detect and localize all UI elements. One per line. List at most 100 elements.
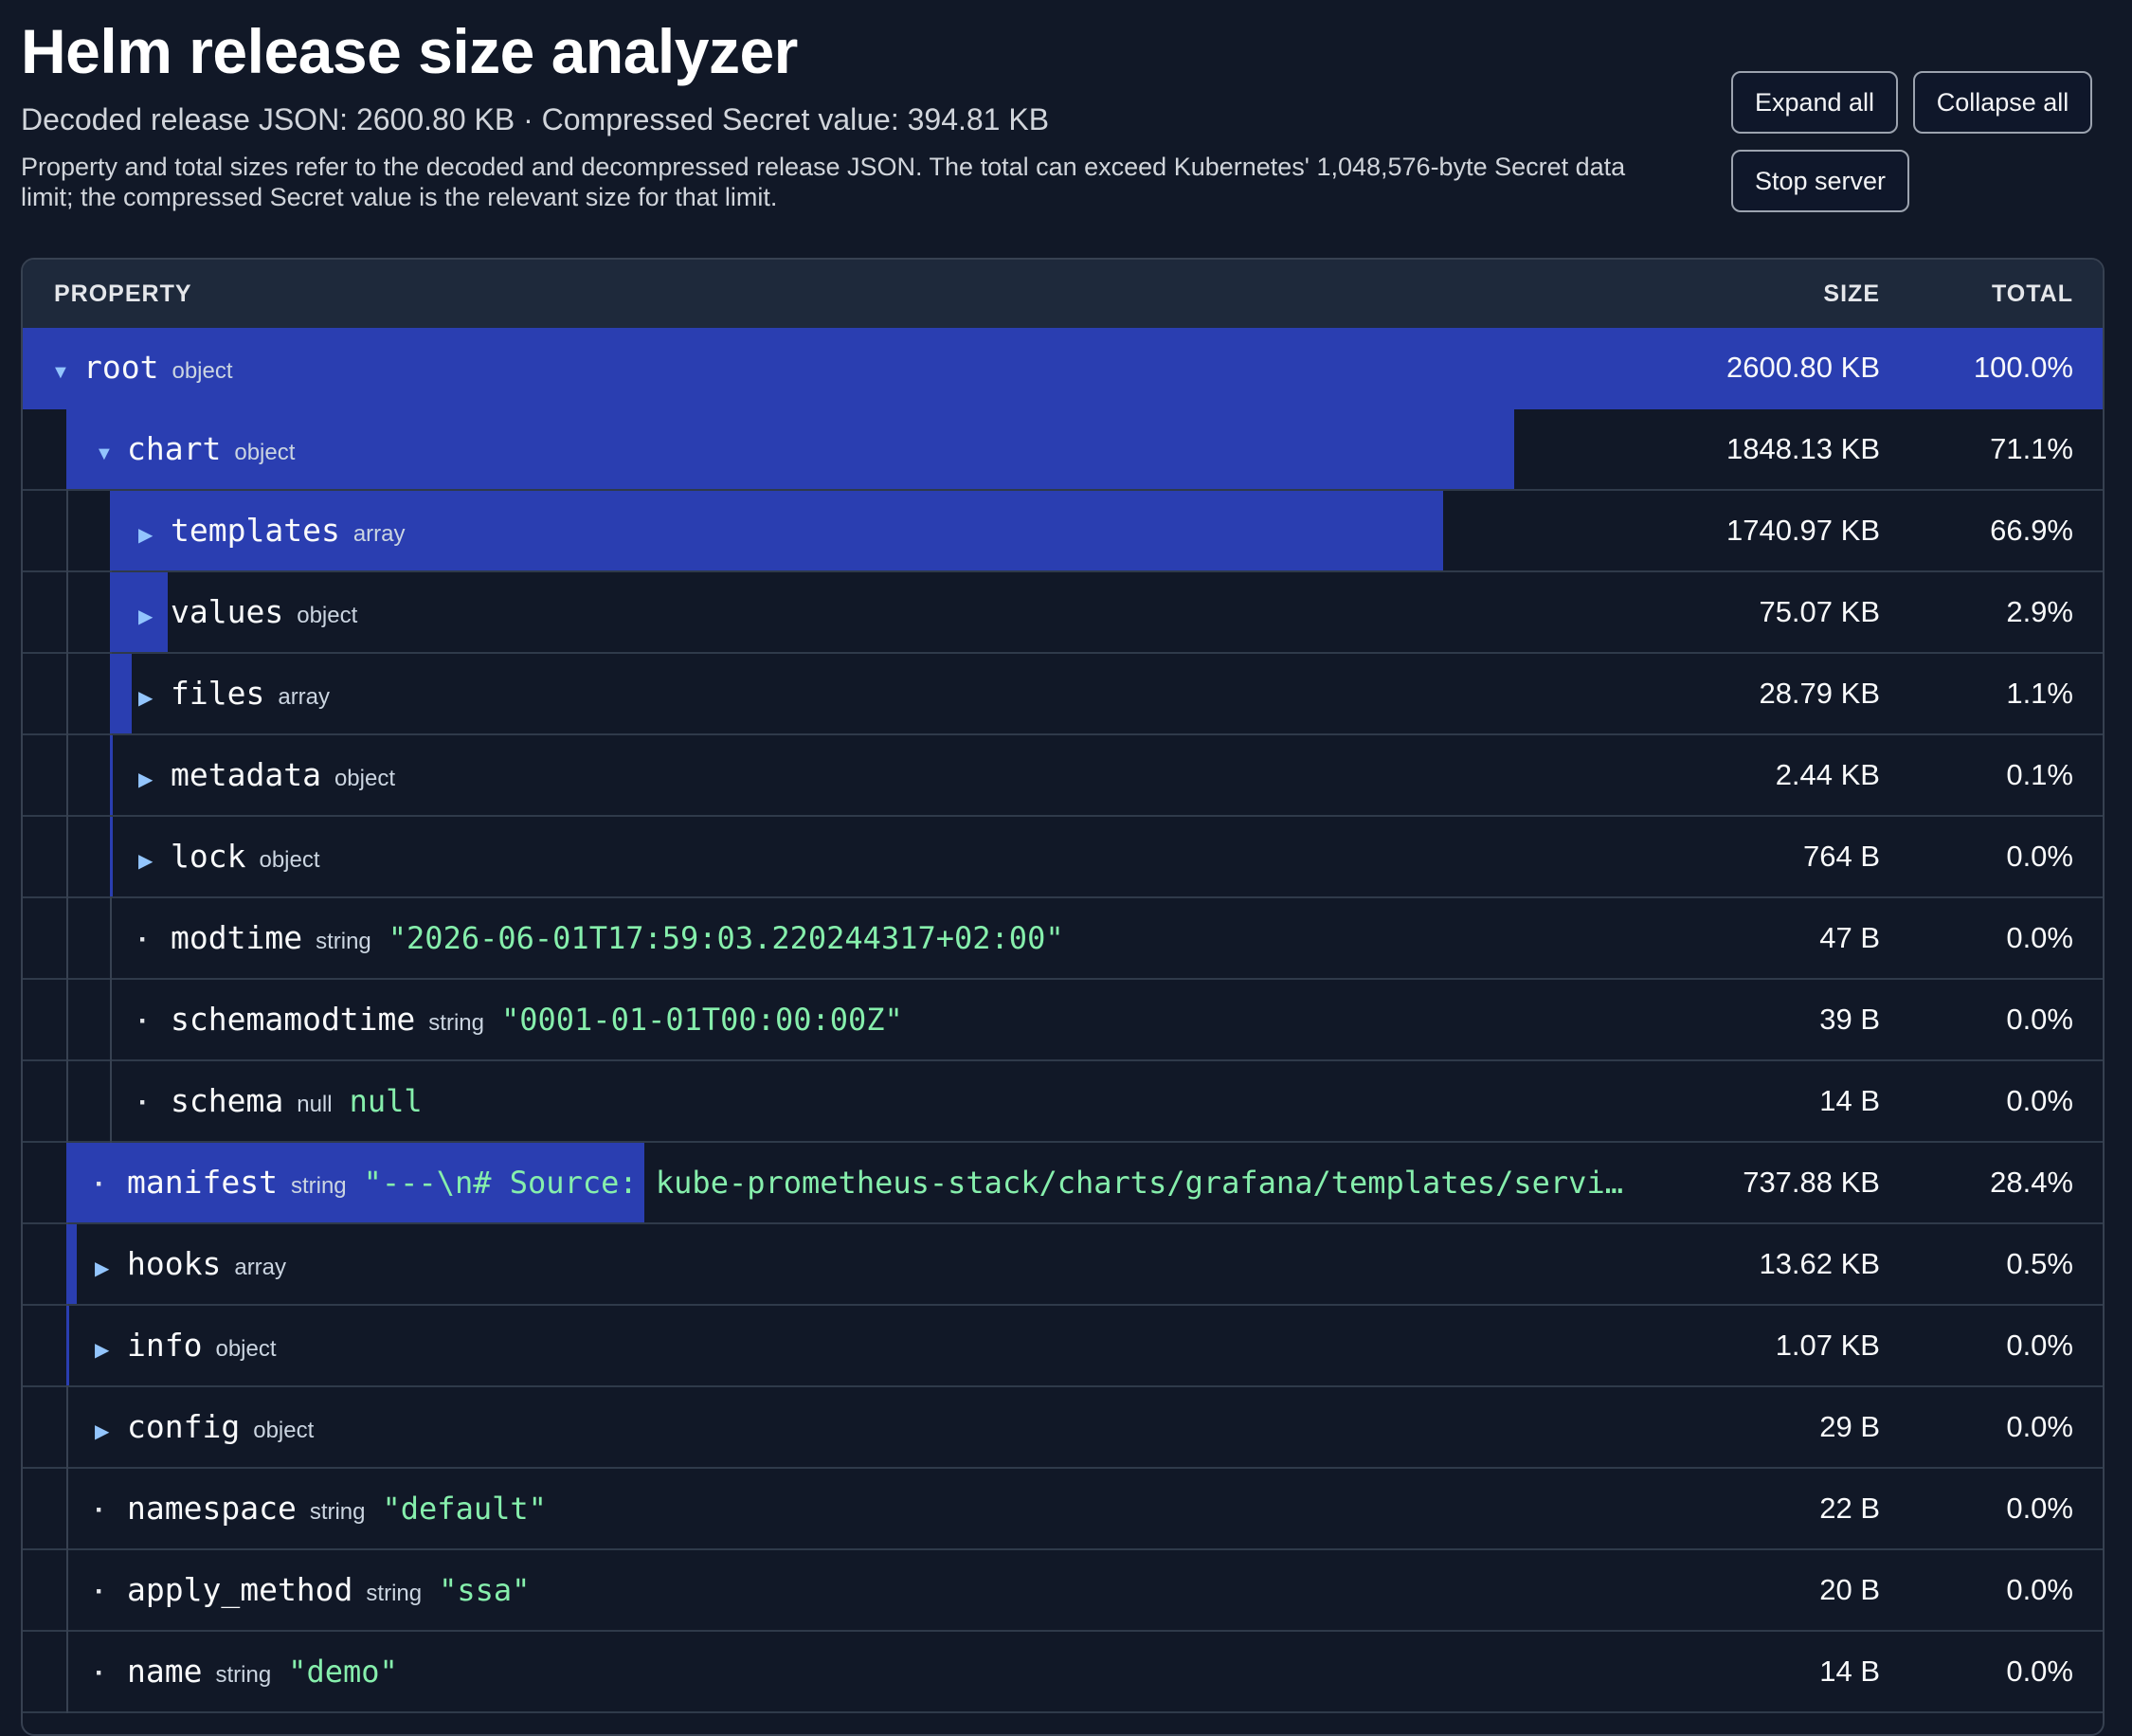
tree-guide-line (66, 572, 68, 654)
collapse-caret-icon[interactable]: ▼ (51, 333, 83, 412)
expand-caret-icon[interactable]: ▶ (138, 577, 171, 657)
expand-all-button[interactable]: Expand all (1731, 71, 1898, 134)
property-type: object (234, 440, 296, 465)
expand-caret-icon[interactable]: ▶ (138, 822, 171, 901)
tree-guide-line (66, 980, 68, 1061)
tree-row-templates[interactable]: ▶ templates array 1740.97 KB 66.9% (23, 491, 2103, 572)
row-property: · namespace string "default" (95, 1469, 547, 1548)
expand-caret-icon[interactable]: ▶ (95, 1392, 127, 1472)
row-total-percent: 0.0% (2006, 1492, 2073, 1525)
property-type: string (428, 1010, 484, 1036)
row-size: 737.88 KB (1743, 1166, 1880, 1199)
tree-guide-line (110, 1061, 112, 1143)
property-type: string (290, 1173, 347, 1199)
property-key: files (171, 675, 265, 712)
size-share-bar (66, 1224, 77, 1304)
property-type: object (334, 766, 395, 791)
tree-guide-line (66, 817, 68, 898)
tree-row-lock[interactable]: ▶ lock object 764 B 0.0% (23, 817, 2103, 898)
tree-guide-line (66, 1387, 68, 1469)
size-summary: Decoded release JSON: 2600.80 KB · Compr… (21, 102, 1050, 136)
property-value: "2026-06-01T17:59:03.220244317+02:00" (388, 920, 1064, 956)
tree-guide-line (110, 980, 112, 1061)
row-property: · schemamodtime string "0001-01-01T00:00:00… (138, 980, 903, 1059)
property-key: root (83, 349, 159, 386)
property-key: templates (171, 512, 340, 549)
row-size: 29 B (1819, 1410, 1880, 1443)
stop-server-button[interactable]: Stop server (1731, 150, 1909, 212)
size-tree-table: PROPERTY SIZE TOTAL ▼ root object 2600.80 K… (21, 258, 2105, 1736)
row-total-percent: 0.0% (2006, 840, 2073, 873)
row-size: 1.07 KB (1775, 1329, 1880, 1362)
property-type: string (316, 929, 371, 954)
row-total-percent: 100.0% (1973, 351, 2073, 384)
property-key: metadata (171, 756, 321, 793)
property-key: modtime (171, 919, 303, 956)
property-key: chart (127, 430, 222, 467)
property-type: object (297, 603, 358, 628)
property-type: object (215, 1336, 277, 1362)
row-size: 20 B (1819, 1573, 1880, 1606)
row-size: 22 B (1819, 1492, 1880, 1525)
row-size: 2.44 KB (1775, 758, 1880, 791)
leaf-dot-icon: · (95, 1168, 104, 1200)
property-type: object (172, 358, 233, 384)
row-size: 1848.13 KB (1725, 432, 1880, 465)
tree-row-chart[interactable]: ▼ chart object 1848.13 KB 71.1% (23, 409, 2103, 491)
row-property: ▼ chart object (95, 409, 295, 489)
tree-row-values[interactable]: ▶ values object 75.07 KB 2.9% (23, 572, 2103, 654)
tree-row-files[interactable]: ▶ files array 28.79 KB 1.1% (23, 654, 2103, 735)
row-property: · manifest string "---\n# Source: kube-prom… (95, 1143, 1623, 1222)
collapse-all-button[interactable]: Collapse all (1913, 71, 2092, 134)
property-key: schema (171, 1082, 284, 1119)
property-type: array (234, 1255, 287, 1280)
property-value: null (349, 1083, 423, 1119)
row-total-percent: 71.1% (1990, 432, 2073, 465)
row-property: ▶ config object (95, 1387, 314, 1467)
size-share-bar (66, 1306, 69, 1385)
tree-row-metadata[interactable]: ▶ metadata object 2.44 KB 0.1% (23, 735, 2103, 817)
row-size: 1740.97 KB (1725, 514, 1880, 547)
row-size: 28.79 KB (1759, 677, 1880, 710)
tree-guide-line (66, 1469, 68, 1550)
collapse-caret-icon[interactable]: ▼ (95, 414, 127, 494)
row-property: · schema null null (138, 1061, 423, 1141)
row-total-percent: 1.1% (2006, 677, 2073, 710)
property-key: apply_method (127, 1571, 353, 1608)
property-key: hooks (127, 1245, 222, 1282)
leaf-dot-icon: · (95, 1576, 104, 1607)
property-key: name (127, 1653, 203, 1690)
property-type: object (253, 1418, 315, 1443)
row-size: 2600.80 KB (1725, 351, 1880, 384)
property-type: string (366, 1581, 423, 1606)
row-property: ▶ files array (138, 654, 330, 733)
property-type: object (259, 847, 320, 873)
tree-row-schema: · schema null null 14 B 0.0% (23, 1061, 2103, 1143)
tree-row-root[interactable]: ▼ root object 2600.80 KB 100.0% (23, 328, 2103, 409)
property-value: "default" (382, 1491, 547, 1527)
row-size: 14 B (1819, 1084, 1880, 1117)
expand-caret-icon[interactable]: ▶ (138, 740, 171, 820)
expand-caret-icon[interactable]: ▶ (138, 496, 171, 575)
tree-row-manifest: · manifest string "---\n# Source: kube-prom… (23, 1143, 2103, 1224)
row-total-percent: 0.0% (2006, 1410, 2073, 1443)
row-total-percent: 66.9% (1990, 514, 2073, 547)
property-type: string (215, 1662, 272, 1688)
row-property: · apply_method string "ssa" (95, 1550, 530, 1630)
row-property: ▶ hooks array (95, 1224, 286, 1304)
property-key: lock (171, 838, 246, 875)
tree-guide-line (66, 1550, 68, 1632)
expand-caret-icon[interactable]: ▶ (95, 1311, 127, 1390)
expand-caret-icon[interactable]: ▶ (138, 659, 171, 738)
row-size: 13.62 KB (1759, 1247, 1880, 1280)
tree-row-info[interactable]: ▶ info object 1.07 KB 0.0% (23, 1306, 2103, 1387)
tree-row-config[interactable]: ▶ config object 29 B 0.0% (23, 1387, 2103, 1469)
leaf-dot-icon: · (138, 924, 148, 955)
row-size: 39 B (1819, 1003, 1880, 1036)
tree-guide-line (110, 898, 112, 980)
tree-row-hooks[interactable]: ▶ hooks array 13.62 KB 0.5% (23, 1224, 2103, 1306)
row-total-percent: 2.9% (2006, 595, 2073, 628)
expand-caret-icon[interactable]: ▶ (95, 1229, 127, 1309)
property-value: "0001-01-01T00:00:00Z" (500, 1002, 903, 1038)
page-title: Helm release size analyzer (21, 16, 798, 86)
